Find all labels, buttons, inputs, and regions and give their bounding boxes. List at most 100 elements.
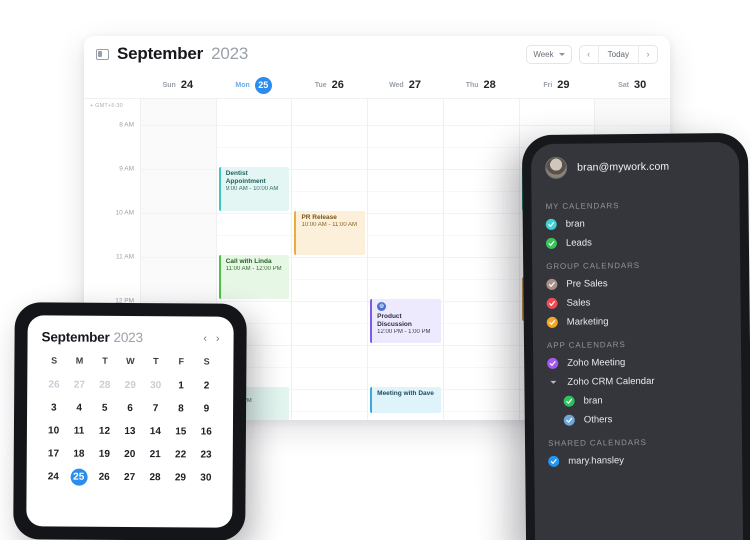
calendar-event[interactable]: Meeting with Dave (370, 387, 441, 413)
mini-day-cell[interactable]: 28 (142, 469, 168, 486)
calendar-name: Sales (566, 297, 591, 309)
mini-next-month-button[interactable]: › (216, 332, 220, 344)
calendar-list-item[interactable]: Others (534, 409, 742, 430)
mini-day-cell[interactable]: 27 (67, 377, 93, 394)
phone-screen: bran@mywork.com MY CALENDARS bran Leads GRO… (530, 141, 744, 540)
mini-day-cell[interactable]: 20 (117, 446, 143, 463)
mini-day-cell[interactable]: 6 (117, 400, 143, 417)
calendar-event[interactable]: Call with Linda 11:00 AM - 12:00 PM (218, 255, 290, 299)
mini-day-cell[interactable]: 4 (66, 400, 92, 417)
weekday-header-tue[interactable]: Tue 26 (291, 72, 367, 98)
mini-day-cell[interactable]: 13 (117, 423, 143, 440)
mini-day-cell[interactable]: 30 (143, 377, 169, 394)
account-email: bran@mywork.com (577, 160, 670, 174)
calendar-list-item[interactable]: Pre Sales (532, 273, 740, 294)
mini-day-cell[interactable]: 24 (41, 468, 67, 485)
grid-line (443, 125, 519, 126)
day-column-27[interactable]: ◎ Product Discussion 12:00 PM - 1:00 PM Mee… (367, 99, 443, 420)
mini-day-cell[interactable]: 1 (168, 377, 194, 394)
weekday-header-fri[interactable]: Fri 29 (519, 72, 595, 98)
mini-day-cell[interactable]: 18 (66, 446, 92, 463)
weekday-header-thu[interactable]: Thu 28 (443, 72, 519, 98)
mini-calendar-month: September (41, 329, 110, 345)
weekday-header-sun[interactable]: Sun 24 (140, 72, 216, 98)
calendar-list: MY CALENDARS bran Leads GROUP CALENDARS Pre … (531, 191, 742, 471)
grid-line (292, 147, 368, 148)
calendar-event[interactable]: Dentist Appointment 9:00 AM - 10:00 AM (218, 167, 290, 211)
section-header: SHARED CALENDARS (547, 437, 647, 448)
mini-day-cell[interactable]: 16 (193, 423, 219, 440)
calendar-list-item[interactable]: bran (533, 390, 741, 411)
account-row[interactable]: bran@mywork.com (531, 155, 739, 193)
mini-prev-month-button[interactable]: ‹ (203, 332, 207, 344)
mini-day-cell[interactable]: 19 (92, 446, 118, 463)
mini-day-cell[interactable]: 14 (143, 423, 169, 440)
calendar-name: Leads (565, 237, 592, 249)
day-column-26[interactable]: PR Release 10:00 AM - 11:00 AM (291, 99, 368, 420)
mini-day-cell[interactable]: 28 (92, 377, 118, 394)
mini-day-cell[interactable]: 7 (143, 400, 169, 417)
mini-day-cell[interactable]: 27 (117, 469, 143, 486)
grid-line (443, 279, 519, 280)
event-title: Meeting with Dave (377, 390, 434, 397)
calendar-list-item[interactable]: Marketing (533, 311, 741, 332)
day-column-28[interactable]: ◎Discovery call4:00 PM - 5:00 PM (442, 99, 519, 420)
mini-day-cell[interactable]: 29 (168, 469, 194, 486)
view-selector[interactable]: Week (526, 44, 572, 64)
mini-day-cell[interactable]: 3 (41, 399, 67, 416)
event-title: Call with Linda (225, 258, 272, 265)
mini-day-cell[interactable]: 25 (66, 468, 92, 486)
calendar-list-item[interactable]: mary.hansley (534, 450, 742, 471)
grid-line (216, 125, 292, 126)
mini-day-cell[interactable]: 8 (168, 400, 194, 417)
panel-toggle-icon[interactable] (96, 48, 109, 60)
mini-day-cell[interactable]: 2 (194, 377, 220, 394)
calendar-checkbox[interactable] (546, 278, 558, 290)
calendar-checkbox[interactable] (545, 237, 557, 249)
calendar-list-item[interactable]: Zoho CRM Calendar (533, 371, 741, 392)
calendar-event[interactable]: PR Release 10:00 AM - 11:00 AM (294, 211, 366, 255)
calendar-list-item[interactable]: Zoho Meeting (533, 352, 741, 373)
grid-line (216, 235, 292, 236)
calendar-checkbox[interactable] (547, 357, 559, 369)
mini-day-cell[interactable]: 12 (92, 423, 118, 440)
section-header: MY CALENDARS (545, 201, 620, 211)
mini-day-cell[interactable]: 5 (92, 400, 118, 417)
weekday-name: Wed (389, 81, 404, 89)
mini-day-cell[interactable]: 11 (66, 423, 92, 440)
mini-day-cell[interactable]: 29 (117, 377, 143, 394)
mini-day-cell[interactable]: 23 (193, 446, 219, 463)
mini-day-cell[interactable]: 10 (41, 422, 67, 439)
calendar-checkbox[interactable] (546, 316, 558, 328)
weekday-header-mon[interactable]: Mon 25 (216, 72, 292, 98)
calendar-name: bran (565, 218, 585, 230)
mini-day-cell[interactable]: 26 (91, 469, 117, 486)
mini-day-cell[interactable]: 9 (194, 400, 220, 417)
calendar-checkbox[interactable] (548, 455, 560, 467)
weekday-header-wed[interactable]: Wed 27 (367, 72, 443, 98)
prev-week-button[interactable]: ‹ (580, 45, 598, 64)
mini-day-cell[interactable]: 22 (168, 446, 194, 463)
calendar-list-item[interactable]: Sales (532, 292, 740, 313)
mini-day-cell[interactable]: 30 (193, 469, 219, 486)
today-button[interactable]: Today (597, 44, 639, 64)
grid-line (141, 257, 216, 258)
calendar-list-item[interactable]: bran (532, 213, 740, 234)
mini-day-cell[interactable]: 17 (41, 445, 67, 462)
calendar-checkbox[interactable] (545, 218, 557, 230)
calendar-list-item[interactable]: Leads (532, 232, 740, 253)
mini-day-cell[interactable]: 21 (142, 446, 168, 463)
grid-line (292, 279, 368, 280)
weekday-header-sat[interactable]: Sat 30 (594, 72, 670, 98)
mini-day-cell[interactable]: 15 (168, 423, 194, 440)
mini-day-cell[interactable]: 26 (41, 376, 67, 393)
mini-weekday-label: S (203, 356, 210, 367)
next-week-button[interactable]: › (639, 45, 657, 64)
calendar-name: Zoho Meeting (567, 357, 626, 369)
calendar-event[interactable]: ◎ Product Discussion 12:00 PM - 1:00 PM (370, 299, 441, 343)
calendar-checkbox[interactable] (563, 395, 575, 407)
chevron-down-icon[interactable] (547, 381, 558, 384)
calendar-checkbox[interactable] (546, 297, 558, 309)
calendar-month-title: September (117, 44, 204, 63)
calendar-checkbox[interactable] (563, 414, 575, 426)
